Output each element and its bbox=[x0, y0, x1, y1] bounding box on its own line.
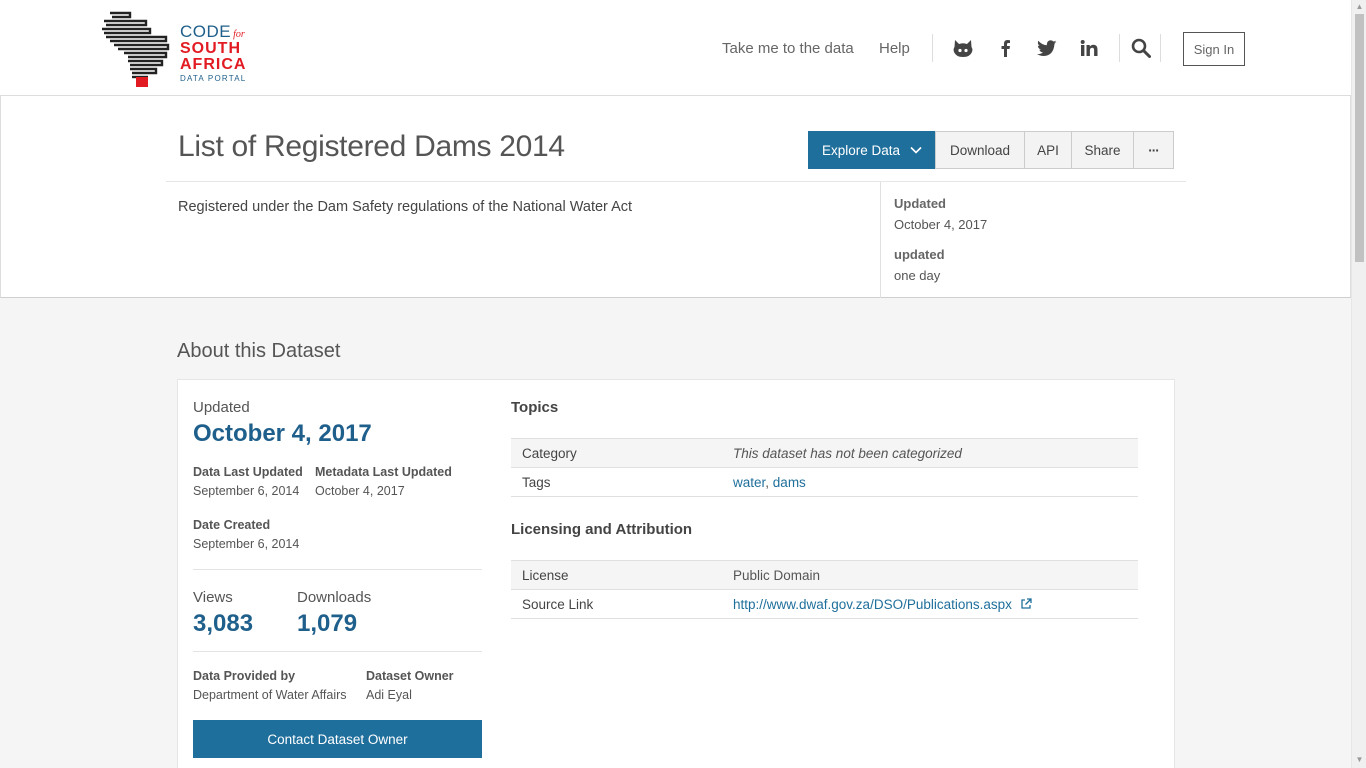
scroll-up-arrow-icon[interactable]: ▲ bbox=[1355, 3, 1364, 11]
meta-frequency-label: updated bbox=[894, 247, 945, 262]
tags-label: Tags bbox=[511, 467, 722, 497]
dataset-owner-label: Dataset Owner bbox=[366, 669, 454, 683]
data-last-updated-label: Data Last Updated bbox=[193, 465, 303, 479]
nav-divider bbox=[1160, 34, 1161, 62]
share-button[interactable]: Share bbox=[1071, 131, 1134, 169]
facebook-icon[interactable] bbox=[993, 36, 1017, 60]
logo-wordmark: CODE for SOUTH AFRICA DATA PORTAL bbox=[180, 23, 246, 83]
dataset-header: List of Registered Dams 2014 Explore Dat… bbox=[0, 95, 1351, 298]
provided-by-label: Data Provided by bbox=[193, 669, 296, 683]
topics-table: Category This dataset has not been categ… bbox=[511, 438, 1138, 497]
logo-code: CODE bbox=[180, 22, 232, 41]
chevron-down-icon bbox=[910, 146, 922, 154]
search-icon[interactable] bbox=[1129, 36, 1153, 60]
dataset-owner-value: Adi Eyal bbox=[366, 688, 412, 702]
date-created-value: September 6, 2014 bbox=[193, 537, 300, 551]
source-link[interactable]: http://www.dwaf.gov.za/DSO/Publications.… bbox=[733, 597, 1012, 612]
scrollbar-thumb[interactable] bbox=[1355, 14, 1364, 262]
views-value: 3,083 bbox=[193, 610, 254, 637]
api-button[interactable]: API bbox=[1024, 131, 1072, 169]
nav-link-label: Take me to the data bbox=[722, 39, 854, 57]
download-button[interactable]: Download bbox=[935, 131, 1025, 169]
metadata-last-updated-value: October 4, 2017 bbox=[315, 484, 405, 498]
data-last-updated-value: September 6, 2014 bbox=[193, 484, 300, 498]
updated-value: October 4, 2017 bbox=[193, 420, 372, 447]
scroll-down-arrow-icon[interactable]: ▼ bbox=[1355, 756, 1364, 764]
license-label: License bbox=[511, 560, 722, 590]
logo-south: SOUTH bbox=[180, 40, 241, 57]
license-value: Public Domain bbox=[722, 560, 1138, 590]
explore-data-button[interactable]: Explore Data bbox=[808, 131, 936, 169]
contact-dataset-owner-button[interactable]: Contact Dataset Owner bbox=[193, 720, 482, 758]
site-header: CODE for SOUTH AFRICA DATA PORTAL Take me… bbox=[0, 0, 1351, 96]
table-row: Tags water, dams bbox=[511, 467, 1138, 497]
licensing-table: License Public Domain Source Link http:/… bbox=[511, 560, 1138, 619]
linkedin-icon[interactable] bbox=[1077, 36, 1101, 60]
about-panel: Updated October 4, 2017 Data Last Update… bbox=[177, 379, 1175, 768]
licensing-heading: Licensing and Attribution bbox=[511, 521, 693, 538]
tags-value: water, dams bbox=[722, 467, 1138, 497]
nav-divider bbox=[1119, 34, 1120, 62]
views-label: Views bbox=[193, 589, 233, 606]
tag-separator: , bbox=[765, 474, 773, 490]
dataset-title: List of Registered Dams 2014 bbox=[178, 130, 565, 163]
hero-divider bbox=[166, 181, 1186, 182]
metadata-last-updated-label: Metadata Last Updated bbox=[315, 465, 452, 479]
dataset-action-bar: Explore Data Download API Share ··· bbox=[808, 131, 1174, 169]
logo-for: for bbox=[233, 29, 245, 40]
table-row: Category This dataset has not been categ… bbox=[511, 438, 1138, 468]
nav-link-label: Help bbox=[879, 39, 910, 57]
logo-data-portal: DATA PORTAL bbox=[180, 74, 247, 83]
nav-help[interactable]: Help bbox=[879, 0, 910, 96]
tag-link-dams[interactable]: dams bbox=[773, 475, 806, 490]
date-created-label: Date Created bbox=[193, 518, 271, 532]
source-link-label: Source Link bbox=[511, 589, 722, 619]
updated-label: Updated bbox=[193, 399, 250, 416]
dataset-description: Registered under the Dam Safety regulati… bbox=[178, 199, 633, 215]
nav-divider bbox=[932, 34, 933, 62]
logo-africa: AFRICA bbox=[180, 56, 247, 73]
downloads-label: Downloads bbox=[297, 589, 372, 606]
topics-heading: Topics bbox=[511, 399, 559, 416]
hero-column-divider bbox=[880, 182, 881, 298]
sign-in-button[interactable]: Sign In bbox=[1183, 32, 1245, 66]
code-for-south-africa-logo[interactable]: CODE for SOUTH AFRICA DATA PORTAL bbox=[100, 11, 250, 89]
africa-maze-logo-icon bbox=[102, 11, 170, 87]
external-link-icon[interactable] bbox=[1020, 597, 1032, 610]
source-link-cell: http://www.dwaf.gov.za/DSO/Publications.… bbox=[722, 589, 1138, 619]
explore-data-label: Explore Data bbox=[821, 142, 901, 158]
page-scrollbar[interactable]: ▲ ▼ bbox=[1351, 0, 1366, 768]
category-label: Category bbox=[511, 438, 722, 468]
section-divider bbox=[193, 651, 482, 652]
twitter-icon[interactable] bbox=[1035, 36, 1059, 60]
tag-link-water[interactable]: water bbox=[733, 475, 765, 490]
meta-frequency-value: one day bbox=[894, 268, 941, 283]
table-row: Source Link http://www.dwaf.gov.za/DSO/P… bbox=[511, 589, 1138, 619]
table-row: License Public Domain bbox=[511, 560, 1138, 590]
downloads-value: 1,079 bbox=[297, 610, 358, 637]
provided-by-value: Department of Water Affairs bbox=[193, 688, 347, 702]
more-actions-button[interactable]: ··· bbox=[1133, 131, 1174, 169]
meta-updated-label: Updated bbox=[894, 196, 946, 211]
about-heading: About this Dataset bbox=[177, 340, 341, 362]
category-value: This dataset has not been categorized bbox=[722, 438, 1138, 468]
meta-updated-value: October 4, 2017 bbox=[894, 217, 988, 232]
nav-take-me-to-data[interactable]: Take me to the data bbox=[722, 0, 854, 96]
github-icon[interactable] bbox=[951, 36, 975, 60]
section-divider bbox=[193, 569, 482, 570]
